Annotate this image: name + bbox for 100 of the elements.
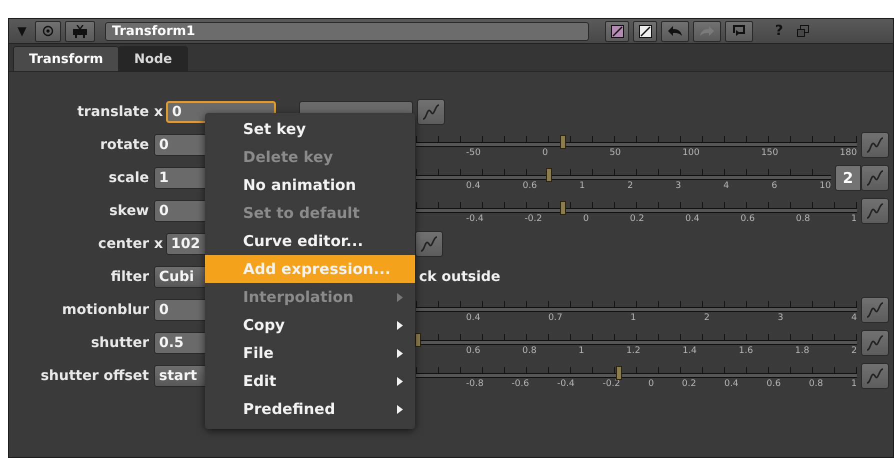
animation-button[interactable] xyxy=(861,297,889,323)
tick-label: -0.4 xyxy=(466,214,484,224)
swatch-icon xyxy=(610,24,624,38)
tick-label: -0.4 xyxy=(557,379,575,389)
knob-label: skew xyxy=(108,203,149,219)
swatch-icon xyxy=(638,24,652,38)
knob-label: motionblur xyxy=(61,302,149,318)
tick-label: -0.2 xyxy=(602,379,620,389)
tick-label: 2 xyxy=(704,313,710,323)
tick-label: 1 xyxy=(630,313,636,323)
tick-label: -0.2 xyxy=(524,214,542,224)
tick-label: 1.2 xyxy=(626,346,641,356)
revert-button[interactable] xyxy=(725,20,753,42)
slider-track[interactable] xyxy=(416,132,857,148)
curve-icon xyxy=(865,334,885,352)
tick-label: -50 xyxy=(466,148,481,158)
revert-icon xyxy=(732,24,746,38)
tick-label: 0 xyxy=(542,148,548,158)
float-window-icon[interactable] xyxy=(797,25,810,37)
animation-button[interactable] xyxy=(861,198,889,224)
menu-item[interactable]: Curve editor... xyxy=(205,227,415,255)
undo-icon xyxy=(667,25,683,37)
redo-icon xyxy=(699,25,715,37)
submenu-arrow-icon xyxy=(397,292,403,302)
tick-label: -0.8 xyxy=(466,379,484,389)
tab[interactable]: Node xyxy=(118,46,188,71)
node-name-field[interactable]: Transform1 xyxy=(105,22,589,40)
channel-count-button[interactable]: 2 xyxy=(835,165,861,191)
slider-handle[interactable] xyxy=(560,135,566,149)
tick-label: 0.8 xyxy=(808,379,824,389)
redo-button[interactable] xyxy=(693,20,721,42)
curve-icon xyxy=(865,367,885,385)
knob-label: translate xyxy=(76,104,149,120)
tick-label: 0.8 xyxy=(522,346,537,356)
tick-label: 150 xyxy=(761,148,778,158)
tick-label: 0.2 xyxy=(682,379,696,389)
tick-label: 0.6 xyxy=(522,181,537,191)
animation-button[interactable] xyxy=(861,330,889,356)
viewer-button[interactable] xyxy=(65,20,95,42)
tick-label: 0.4 xyxy=(724,379,739,389)
submenu-arrow-icon xyxy=(397,348,403,358)
tick-label: 50 xyxy=(609,148,621,158)
slider-track[interactable] xyxy=(416,330,857,346)
tick-label: 0.8 xyxy=(796,214,810,224)
curve-icon xyxy=(865,169,885,187)
tv-icon xyxy=(72,24,88,38)
knob-label: scale xyxy=(108,170,149,186)
tick-label: 1 xyxy=(578,346,584,356)
slider-handle[interactable] xyxy=(616,366,622,380)
tick-label: 1.8 xyxy=(795,346,810,356)
slider-handle[interactable] xyxy=(546,168,552,182)
animation-button[interactable] xyxy=(417,99,446,125)
tick-label: 0.6 xyxy=(466,346,480,356)
knob-label: shutter offset xyxy=(40,368,149,384)
tick-label: 0.4 xyxy=(466,181,480,191)
axis-label: x xyxy=(154,104,164,120)
curve-icon xyxy=(419,235,440,253)
tick-label: 4 xyxy=(851,313,857,323)
tick-label: 1 xyxy=(851,214,857,224)
submenu-arrow-icon xyxy=(397,376,403,386)
animation-button[interactable] xyxy=(861,165,889,191)
axis-label: x xyxy=(154,236,164,252)
slider-handle[interactable] xyxy=(415,333,422,347)
slider-handle[interactable] xyxy=(560,201,566,215)
undo-button[interactable] xyxy=(661,20,689,42)
animation-button[interactable] xyxy=(861,363,889,389)
tick-label: 0.7 xyxy=(548,313,563,323)
curve-icon xyxy=(865,202,885,220)
slider-track[interactable] xyxy=(416,363,857,379)
tick-label: 180 xyxy=(840,148,857,158)
knob-label: center xyxy=(97,236,149,252)
tick-label: 4 xyxy=(723,181,730,191)
knob-label: rotate xyxy=(99,137,149,153)
tick-label: 100 xyxy=(682,148,700,158)
tick-label: 3 xyxy=(778,313,784,323)
tick-label: 0 xyxy=(583,214,589,224)
view-button[interactable] xyxy=(35,20,61,42)
color-button[interactable] xyxy=(605,20,629,42)
color-button[interactable] xyxy=(633,20,657,42)
slider-track[interactable] xyxy=(416,198,857,214)
animation-button[interactable] xyxy=(861,132,889,158)
tick-label: 1.4 xyxy=(682,346,697,356)
animation-button[interactable] xyxy=(415,231,444,257)
target-icon xyxy=(42,25,54,37)
tick-label: 0.2 xyxy=(630,214,644,224)
tick-label: 0.6 xyxy=(766,379,781,389)
tick-label: 0 xyxy=(648,379,654,389)
tick-label: -0.6 xyxy=(512,379,530,389)
checkbox-label: ck outside xyxy=(419,269,500,285)
tick-label: 0.4 xyxy=(685,214,700,224)
tick-label: 10 xyxy=(820,181,831,191)
curve-icon xyxy=(421,103,442,121)
tick-label: 1 xyxy=(579,181,586,191)
knob-label: shutter xyxy=(90,335,149,351)
curve-icon xyxy=(865,301,885,319)
submenu-arrow-icon xyxy=(397,404,403,414)
menu-item[interactable]: Predefined xyxy=(205,395,415,423)
tab[interactable]: Transform xyxy=(13,46,120,71)
tick-label: 3 xyxy=(675,181,682,191)
tick-label: 6 xyxy=(771,181,778,191)
